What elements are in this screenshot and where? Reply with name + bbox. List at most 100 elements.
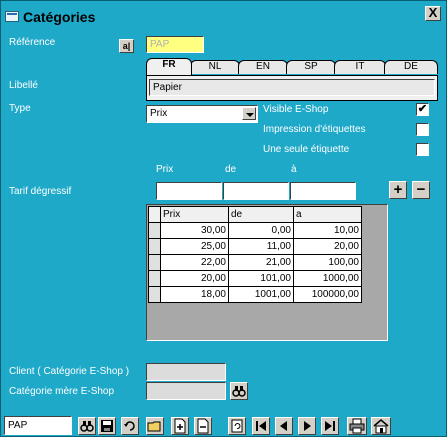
categorie-mere-label: Catégorie mère E-Shop xyxy=(9,386,115,397)
delete-record-button[interactable] xyxy=(194,417,212,435)
search-button[interactable] xyxy=(78,417,96,435)
libelle-input[interactable]: Papier xyxy=(149,79,435,96)
add-tarif-button[interactable]: + xyxy=(389,181,407,199)
a-input[interactable] xyxy=(290,182,356,200)
save-icon xyxy=(101,420,113,432)
delete-record-icon xyxy=(197,418,209,434)
grid-cell[interactable]: 101,00 xyxy=(228,270,294,287)
col-a-label: à xyxy=(291,164,297,175)
print-button[interactable] xyxy=(347,417,367,435)
grid-header-de: de xyxy=(228,206,294,223)
grid-row-selector[interactable] xyxy=(148,254,161,271)
impression-etiquettes-label: Impression d'étiquettes xyxy=(263,124,366,135)
refresh-button[interactable] xyxy=(228,417,246,435)
undo-button[interactable] xyxy=(121,417,139,435)
tab-it[interactable]: IT xyxy=(334,60,386,74)
client-input[interactable] xyxy=(146,363,226,381)
col-de-label: de xyxy=(225,164,237,175)
tab-nl[interactable]: NL xyxy=(190,60,240,74)
une-seule-etiquette-label: Une seule étiquette xyxy=(263,144,350,155)
binoculars-search-button[interactable] xyxy=(230,382,248,400)
grid-header-row: Prix de a xyxy=(148,206,362,223)
tab-en[interactable]: EN xyxy=(238,60,288,74)
new-record-button[interactable] xyxy=(171,417,189,435)
reference-label: Référence xyxy=(9,37,56,48)
home-icon xyxy=(373,419,389,434)
type-select-value: Prix xyxy=(150,108,168,119)
grid-cell[interactable]: 1001,00 xyxy=(228,286,294,303)
grid-cell[interactable]: 10,00 xyxy=(293,222,362,239)
last-record-button[interactable] xyxy=(321,417,339,435)
tarif-grid[interactable]: Prix de a 30,00 0,00 10,00 25,00 11,00 2… xyxy=(146,204,388,341)
window-app-icon xyxy=(5,11,19,22)
binoculars-icon xyxy=(232,386,246,397)
print-icon xyxy=(349,418,365,434)
impression-etiquettes-checkbox[interactable] xyxy=(416,123,429,136)
first-record-icon xyxy=(256,421,266,431)
grid-row-selector[interactable] xyxy=(148,270,161,287)
grid-cell[interactable]: 21,00 xyxy=(228,254,294,271)
client-label: Client ( Catégorie E-Shop ) xyxy=(9,366,130,377)
undo-icon xyxy=(124,421,135,431)
grid-cell[interactable]: 11,00 xyxy=(228,238,294,255)
first-record-button[interactable] xyxy=(252,417,270,435)
close-button[interactable]: X xyxy=(425,6,441,21)
refresh-icon xyxy=(231,419,243,433)
visible-eshop-label: Visible E-Shop xyxy=(263,104,329,115)
grid-cell[interactable]: 25,00 xyxy=(160,238,229,255)
grid-cell[interactable]: 1000,00 xyxy=(293,270,362,287)
grid-header-prix: Prix xyxy=(160,206,229,223)
tab-de[interactable]: DE xyxy=(384,60,438,74)
home-button[interactable] xyxy=(371,417,391,435)
table-row[interactable]: 30,00 0,00 10,00 xyxy=(148,222,362,239)
de-input[interactable] xyxy=(223,182,289,200)
grid-row-selector[interactable] xyxy=(148,286,161,303)
grid-cell[interactable]: 100000,00 xyxy=(293,286,362,303)
remove-tarif-button[interactable]: − xyxy=(412,181,430,199)
reference-a-button[interactable]: a| xyxy=(119,39,134,53)
type-label: Type xyxy=(9,103,31,114)
window-title: Catégories xyxy=(23,9,96,25)
grid-cell[interactable]: 30,00 xyxy=(160,222,229,239)
new-record-icon xyxy=(174,418,186,434)
next-record-button[interactable] xyxy=(298,417,316,435)
navigation-search-input[interactable]: PAP xyxy=(4,416,72,435)
tarif-degressif-label: Tarif dégressif xyxy=(9,186,72,197)
prix-input[interactable] xyxy=(156,182,222,200)
reference-input[interactable]: PAP xyxy=(146,36,204,53)
libelle-label: Libellé xyxy=(9,80,38,91)
grid-cell[interactable]: 18,00 xyxy=(160,286,229,303)
previous-record-icon xyxy=(280,421,287,431)
grid-row-selector[interactable] xyxy=(148,222,161,239)
grid-row-selector[interactable] xyxy=(148,206,161,223)
tab-fr[interactable]: FR xyxy=(146,58,192,75)
table-row[interactable]: 25,00 11,00 20,00 xyxy=(148,238,362,255)
grid-cell[interactable]: 100,00 xyxy=(293,254,362,271)
table-row[interactable]: 20,00 101,00 1000,00 xyxy=(148,270,362,287)
open-folder-icon xyxy=(147,421,161,432)
binoculars-icon xyxy=(80,421,94,432)
tab-sp[interactable]: SP xyxy=(286,60,336,74)
last-record-icon xyxy=(325,421,335,431)
type-select[interactable]: Prix xyxy=(146,105,258,123)
grid-cell[interactable]: 0,00 xyxy=(228,222,294,239)
next-record-icon xyxy=(304,421,311,431)
open-button[interactable] xyxy=(146,417,164,435)
grid-cell[interactable]: 20,00 xyxy=(293,238,362,255)
chevron-down-icon[interactable] xyxy=(242,107,256,120)
table-row[interactable]: 18,00 1001,00 100000,00 xyxy=(148,286,362,303)
une-seule-etiquette-checkbox[interactable] xyxy=(416,143,429,156)
previous-record-button[interactable] xyxy=(275,417,293,435)
grid-cell[interactable]: 22,00 xyxy=(160,254,229,271)
table-row[interactable]: 22,00 21,00 100,00 xyxy=(148,254,362,271)
visible-eshop-checkbox[interactable]: ✔ xyxy=(416,103,429,116)
grid-row-selector[interactable] xyxy=(148,238,161,255)
col-prix-label: Prix xyxy=(156,164,174,175)
categorie-mere-input[interactable] xyxy=(146,382,226,400)
title-bar[interactable]: Catégories X xyxy=(1,1,446,33)
grid-cell[interactable]: 20,00 xyxy=(160,270,229,287)
categories-window: Catégories X Référence a| PAP FR NL EN S… xyxy=(0,0,447,437)
grid-header-a: a xyxy=(293,206,362,223)
save-button[interactable] xyxy=(98,417,116,435)
language-tabs: FR NL EN SP IT DE xyxy=(146,58,438,76)
